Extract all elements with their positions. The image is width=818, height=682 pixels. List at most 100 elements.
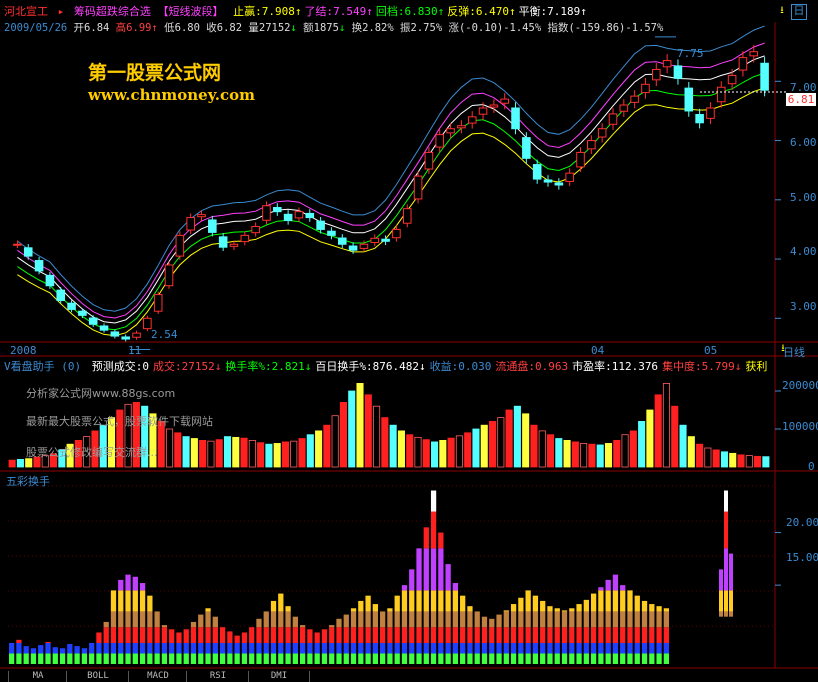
candle-body	[153, 294, 163, 312]
volume-bar	[240, 437, 248, 468]
turnover-bar-segment	[605, 627, 611, 643]
candle-body	[435, 134, 445, 148]
volume-bar	[613, 439, 621, 468]
candle-body	[45, 274, 55, 287]
turnover-bar-segment	[387, 611, 393, 628]
turnover-bar-segment	[423, 611, 429, 628]
tab-macd[interactable]: MACD	[128, 671, 187, 682]
period-label[interactable]: 日线	[783, 344, 805, 360]
volume-indicator: 集中度:5.799↓	[662, 360, 742, 373]
header-bar: 河北宣工 ▸ 筹码超跌综合选 【短线波段】 止赢:7.908↑ 了结:7.549↑…	[4, 3, 593, 18]
turnover-bar-segment	[649, 604, 655, 612]
candle-body	[706, 107, 715, 119]
turnover-bar-segment	[496, 627, 502, 643]
turnover-bar-segment	[438, 627, 444, 643]
turnover-bar-segment	[460, 595, 466, 612]
turnover-bar-segment	[467, 627, 473, 643]
turnover-bar-segment	[9, 642, 15, 654]
indicator-value: 反弹:6.470↑	[447, 5, 516, 18]
turnover-bar-segment	[724, 511, 728, 549]
turnover-bar-segment	[416, 611, 422, 628]
site-url-watermark: www.chnmoney.com	[88, 86, 255, 104]
turnover-bar-segment	[430, 511, 437, 549]
turnover-bar-segment	[590, 642, 597, 654]
turnover-bar-segment	[299, 653, 306, 664]
volume-bar	[671, 405, 679, 468]
volume-bar	[273, 443, 281, 468]
tab-ma[interactable]: MA	[8, 671, 67, 682]
turnover-bar-segment	[620, 627, 626, 643]
candle-body	[500, 98, 509, 104]
volume-bar	[8, 459, 16, 468]
turnover-bar-segment	[183, 629, 189, 643]
turnover-bar-segment	[161, 642, 168, 654]
turnover-bar-segment	[634, 642, 640, 654]
turnover-bar-segment	[285, 611, 291, 628]
quote-low: 低6.80	[164, 22, 200, 34]
candle-body	[143, 317, 152, 330]
turnover-bar-segment	[372, 611, 379, 628]
turnover-bar-segment	[547, 627, 553, 643]
turnover-bar-segment	[139, 611, 146, 628]
tab-rsi[interactable]: RSI	[186, 671, 249, 682]
turnover-bar-segment	[190, 621, 197, 628]
turnover-bar-segment	[45, 642, 51, 654]
candle-body	[121, 336, 130, 340]
indicator-value: 平衡:7.189↑	[518, 5, 587, 18]
turnover-bar-segment	[423, 653, 429, 664]
volume-indicator: 换手率%:2.821↓	[225, 360, 312, 373]
tab-dmi[interactable]: DMI	[248, 671, 310, 682]
turnover-bar-segment	[583, 627, 589, 643]
period-day-icon[interactable]: 日	[791, 4, 807, 20]
turnover-bar-segment	[401, 653, 408, 664]
quote-close: 收6.82	[206, 22, 243, 34]
turnover-bar-segment	[452, 590, 459, 612]
turnover-bar-segment	[16, 653, 22, 664]
turnover-bar-segment	[627, 611, 633, 628]
turnover-bar-segment	[620, 585, 626, 591]
turnover-bar-segment	[118, 653, 124, 664]
turnover-bar-segment	[583, 611, 589, 628]
turnover-bar-segment	[467, 611, 473, 628]
volume-bar	[464, 432, 472, 468]
turnover-bar-segment	[561, 627, 568, 643]
volume-bar	[16, 458, 24, 468]
turnover-bar-segment	[176, 642, 182, 654]
turnover-bar-segment	[489, 642, 495, 654]
volume-panel-title[interactable]: V看盘助手 (0)	[4, 360, 81, 373]
download-icon[interactable]: ⭳	[776, 5, 788, 17]
turnover-bar-segment	[445, 627, 451, 643]
quote-change: 涨(-0.10)-1.45%	[448, 22, 542, 34]
price-tick: 5.00	[790, 191, 817, 204]
volume-bar	[696, 443, 704, 468]
volume-bar	[555, 438, 563, 468]
turnover-bar-segment	[663, 627, 669, 643]
turnover-bar-segment	[110, 627, 117, 643]
turnover-bar-segment	[663, 653, 669, 664]
turnover-bar-segment	[663, 608, 669, 612]
turnover-bar-segment	[307, 653, 313, 664]
turnover-bar-segment	[299, 625, 306, 628]
tab-boll[interactable]: BOLL	[66, 671, 129, 682]
turnover-bar-segment	[605, 611, 611, 628]
stock-name[interactable]: 河北宣工	[4, 5, 48, 18]
turnover-bar-segment	[627, 627, 633, 643]
turnover-bar-segment	[634, 627, 640, 643]
turnover-bar-segment	[620, 642, 626, 654]
turnover-bar-segment	[314, 642, 320, 654]
turnover-bar-segment	[401, 611, 408, 628]
volume-indicator: 流通盘:0.963	[495, 360, 569, 373]
turnover-bar-segment	[532, 595, 539, 612]
candle-body	[413, 175, 423, 200]
turnover-bar-segment	[190, 653, 197, 664]
turnover-bar-segment	[256, 627, 262, 643]
formula-name[interactable]: 筹码超跌综合选 【短线波段】	[74, 5, 224, 18]
volume-bar	[182, 436, 190, 468]
turnover-bar-segment	[118, 579, 124, 591]
turnover-bar-segment	[590, 627, 597, 643]
turnover-bar-segment	[125, 574, 131, 591]
turnover-bar-segment	[438, 548, 444, 591]
turnover-panel-title[interactable]: 五彩换手	[6, 473, 50, 489]
volume-bar	[745, 455, 753, 468]
turnover-bar-segment	[190, 642, 197, 654]
